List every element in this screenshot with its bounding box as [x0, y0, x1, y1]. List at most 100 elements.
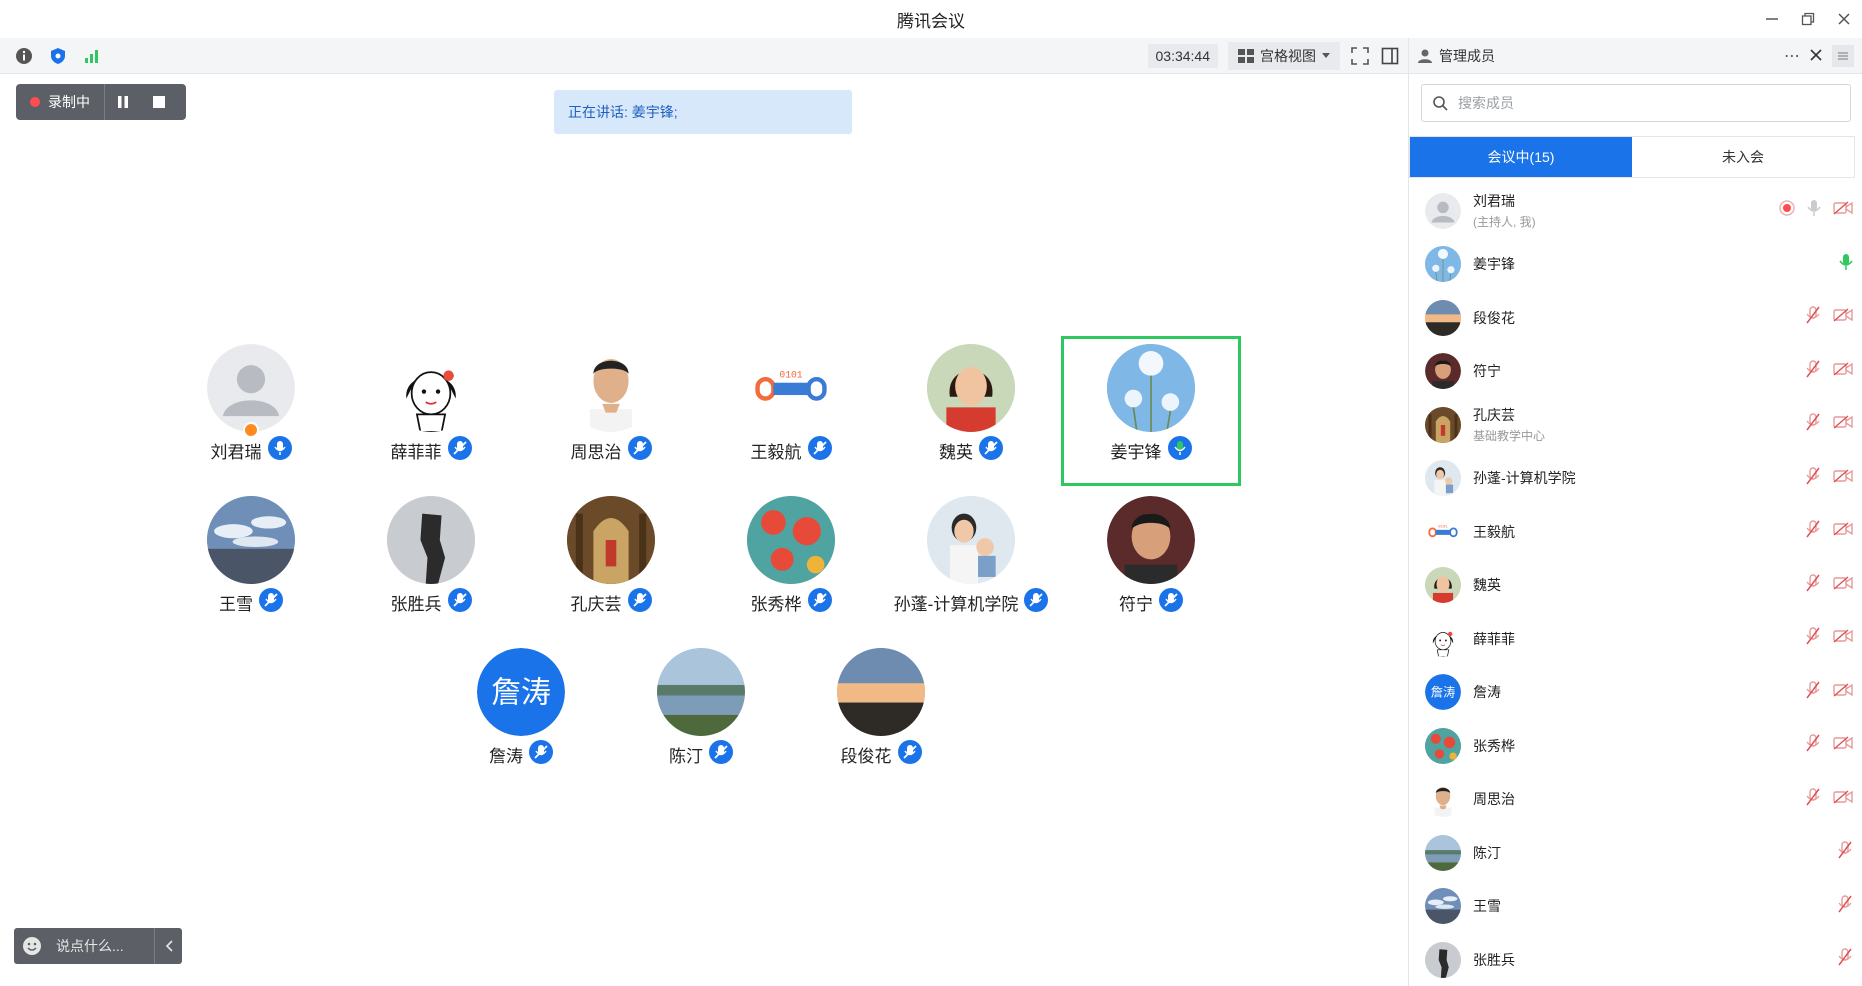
chat-input-bar[interactable]: 说点什么...: [14, 928, 182, 964]
participant-avatar: [1107, 344, 1195, 432]
camera-off-icon[interactable]: [1833, 415, 1853, 434]
member-status-icons: [1805, 773, 1853, 827]
mic-muted-icon[interactable]: [1805, 360, 1821, 383]
member-row[interactable]: 符宁: [1409, 345, 1862, 399]
participant-tile[interactable]: 魏英: [891, 336, 1051, 476]
member-row[interactable]: 詹涛 詹涛: [1409, 666, 1862, 720]
sidebar-toggle-icon[interactable]: [1380, 46, 1400, 66]
mic-muted-icon[interactable]: [1805, 788, 1821, 811]
close-panel-icon[interactable]: [1810, 48, 1822, 64]
view-switch-button[interactable]: 宫格视图: [1228, 42, 1340, 70]
restore-icon: [1801, 12, 1815, 26]
member-row[interactable]: 张胜兵: [1409, 933, 1862, 986]
chat-collapse-button[interactable]: [154, 928, 182, 964]
svg-text:詹涛: 詹涛: [491, 676, 551, 711]
participant-tile[interactable]: 詹涛 詹涛: [441, 640, 601, 780]
panel-menu-icon[interactable]: [1832, 44, 1854, 67]
mic-icon[interactable]: [1807, 199, 1821, 222]
meeting-window: 腾讯会议 03:34:44 宫格视图 录制中 正在讲话: 姜宇锋; 刘君瑞 薛菲…: [0, 0, 1862, 986]
pause-recording-button[interactable]: [105, 84, 141, 120]
camera-off-icon[interactable]: [1833, 201, 1853, 220]
mic-icon: [267, 436, 292, 465]
member-row[interactable]: 孔庆芸 基础教学中心: [1409, 398, 1862, 452]
mic-muted-icon[interactable]: [1837, 841, 1853, 864]
mic-muted-icon[interactable]: [1805, 681, 1821, 704]
camera-off-icon[interactable]: [1833, 736, 1853, 755]
member-row[interactable]: 王雪: [1409, 880, 1862, 934]
mic-muted-icon[interactable]: [1805, 467, 1821, 490]
more-options-icon[interactable]: ⋯: [1784, 46, 1800, 66]
member-row[interactable]: 0101 王毅航: [1409, 505, 1862, 559]
participant-name: 詹涛: [489, 747, 523, 766]
member-row[interactable]: 段俊花: [1409, 291, 1862, 345]
participant-tile[interactable]: 陈汀: [621, 640, 781, 780]
member-status-icons: [1779, 184, 1853, 238]
tab-in-meeting[interactable]: 会议中(15): [1410, 137, 1632, 177]
mic-muted-icon[interactable]: [1805, 413, 1821, 436]
participant-tile[interactable]: 孔庆芸: [531, 488, 691, 628]
participant-tile[interactable]: 张秀桦: [711, 488, 871, 628]
member-info: 孙蓬-计算机学院: [1473, 468, 1576, 488]
mic-muted-icon[interactable]: [1837, 948, 1853, 971]
camera-off-icon[interactable]: [1833, 790, 1853, 809]
participant-tile[interactable]: 王雪: [171, 488, 331, 628]
member-info: 魏英: [1473, 575, 1501, 595]
participant-tile[interactable]: 张胜兵: [351, 488, 511, 628]
chat-placeholder[interactable]: 说点什么...: [50, 936, 154, 956]
shield-icon[interactable]: [48, 46, 68, 66]
member-info: 段俊花: [1473, 308, 1515, 328]
camera-off-icon[interactable]: [1833, 469, 1853, 488]
mic-muted-icon[interactable]: [1805, 734, 1821, 757]
signal-icon[interactable]: [82, 46, 102, 66]
mic-muted-icon[interactable]: [1805, 306, 1821, 329]
member-name: 王雪: [1473, 898, 1501, 915]
member-status-icons: [1805, 291, 1853, 345]
member-avatar: [1425, 620, 1461, 657]
stop-recording-button[interactable]: [141, 84, 177, 120]
mic-muted-icon[interactable]: [1805, 574, 1821, 597]
participant-tile[interactable]: 段俊花: [801, 640, 961, 780]
mic-muted-icon[interactable]: [1805, 627, 1821, 650]
minimize-button[interactable]: [1754, 0, 1790, 38]
participant-tile[interactable]: 孙蓬-计算机学院: [891, 488, 1051, 628]
fullscreen-icon[interactable]: [1350, 46, 1370, 66]
camera-off-icon[interactable]: [1833, 576, 1853, 595]
member-row[interactable]: 魏英: [1409, 559, 1862, 613]
search-input[interactable]: [1458, 95, 1818, 111]
participant-tile[interactable]: 姜宇锋: [1071, 336, 1231, 476]
participant-name: 孔庆芸: [570, 595, 622, 614]
member-row[interactable]: 周思治: [1409, 773, 1862, 827]
minimize-icon: [1766, 18, 1778, 20]
member-search[interactable]: [1421, 84, 1851, 122]
tab-not-joined[interactable]: 未入会: [1632, 137, 1854, 177]
mic-active-icon[interactable]: [1839, 253, 1853, 276]
participant-tile[interactable]: 刘君瑞: [171, 336, 331, 476]
member-row[interactable]: 张秀桦: [1409, 719, 1862, 773]
participant-tile[interactable]: 薛菲菲: [351, 336, 511, 476]
camera-off-icon[interactable]: [1833, 629, 1853, 648]
mic-muted-icon[interactable]: [1837, 895, 1853, 918]
participant-tile[interactable]: 符宁: [1071, 488, 1231, 628]
camera-off-icon[interactable]: [1833, 308, 1853, 327]
participant-name-row: 符宁: [1071, 588, 1231, 617]
member-row[interactable]: 孙蓬-计算机学院: [1409, 452, 1862, 506]
camera-off-icon[interactable]: [1833, 522, 1853, 541]
participant-avatar: [387, 496, 475, 584]
mic-muted-icon[interactable]: [1805, 520, 1821, 543]
close-window-button[interactable]: [1826, 0, 1862, 38]
member-avatar: [1425, 299, 1461, 336]
camera-off-icon[interactable]: [1833, 683, 1853, 702]
speaking-text: 正在讲话: 姜宇锋;: [568, 104, 678, 120]
participant-tile[interactable]: 0101 王毅航: [711, 336, 871, 476]
restore-button[interactable]: [1790, 0, 1826, 38]
info-icon[interactable]: [14, 46, 34, 66]
camera-off-icon[interactable]: [1833, 362, 1853, 381]
member-row[interactable]: 薛菲菲: [1409, 612, 1862, 666]
member-row[interactable]: 姜宇锋: [1409, 238, 1862, 292]
member-info: 姜宇锋: [1473, 254, 1515, 274]
participant-tile[interactable]: 周思治: [531, 336, 691, 476]
member-row[interactable]: 陈汀: [1409, 826, 1862, 880]
title-bar: 腾讯会议: [0, 0, 1862, 38]
emoji-icon[interactable]: [14, 928, 50, 964]
member-row[interactable]: 刘君瑞 (主持人, 我): [1409, 184, 1862, 238]
